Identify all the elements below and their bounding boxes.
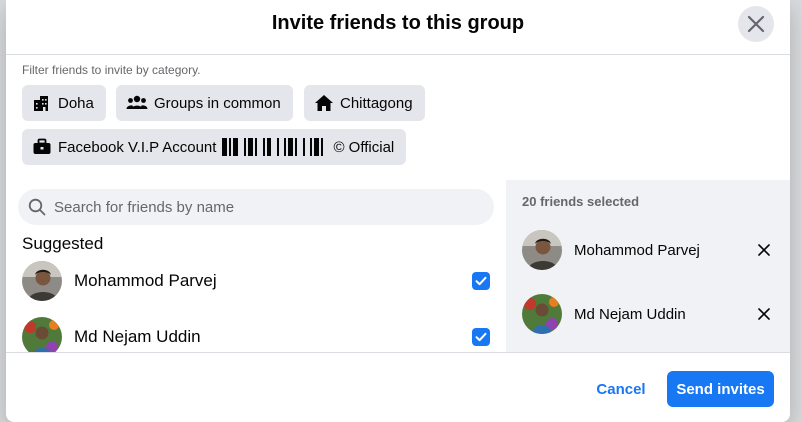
- remove-selected-button[interactable]: [752, 302, 776, 326]
- remove-selected-button[interactable]: [752, 238, 776, 262]
- avatar: [22, 261, 62, 301]
- checkmark-icon: [475, 276, 487, 286]
- selected-count: 20 friends selected: [522, 194, 640, 209]
- suggested-friend-row[interactable]: Md Nejam Uddin: [6, 309, 506, 352]
- close-icon: [758, 308, 770, 320]
- close-icon: [747, 15, 765, 33]
- filter-chip-vip-account[interactable]: Facebook V.I.P Account © Official: [22, 129, 407, 165]
- send-invites-button[interactable]: Send invites: [667, 371, 774, 407]
- filter-chip-label: Groups in common: [154, 94, 281, 112]
- friends-list-pane: Suggested Mohammod Parvej: [6, 180, 506, 352]
- search-box[interactable]: [18, 189, 494, 225]
- friend-checkbox[interactable]: [472, 328, 490, 346]
- close-icon: [758, 244, 770, 256]
- suggested-friend-row[interactable]: Mohammod Parvej: [6, 253, 506, 309]
- avatar: [522, 230, 562, 270]
- home-icon: [315, 95, 333, 111]
- friend-name: Md Nejam Uddin: [74, 327, 201, 346]
- invite-dialog: Invite friends to this group Filter frie…: [6, 0, 790, 422]
- selected-friend-name: Mohammod Parvej: [574, 242, 700, 259]
- filter-chip-label: Chittagong: [340, 94, 413, 112]
- briefcase-icon: [33, 138, 51, 154]
- selected-friend-row: Mohammod Parvej: [506, 222, 790, 278]
- dialog-footer: Cancel Send invites: [6, 352, 790, 422]
- avatar: [522, 294, 562, 334]
- filter-chip-suffix: © Official: [333, 138, 395, 156]
- filter-chip-label: Facebook V.I.P Account: [58, 138, 217, 156]
- suggested-heading: Suggested: [22, 234, 104, 253]
- filter-chip-label: Doha: [58, 94, 94, 112]
- search-icon: [28, 198, 46, 216]
- avatar: [22, 317, 62, 352]
- people-icon: [126, 95, 148, 109]
- filter-chip-doha[interactable]: Doha: [22, 85, 106, 121]
- selected-friends-pane: 20 friends selected Mohammod Parvej Md N…: [506, 180, 790, 352]
- checkmark-icon: [475, 332, 487, 342]
- filter-chip-groups-in-common[interactable]: Groups in common: [116, 85, 293, 121]
- filter-chip-chittagong[interactable]: Chittagong: [304, 85, 425, 121]
- city-icon: [34, 96, 48, 111]
- barcode-graphic: [222, 138, 325, 156]
- friend-checkbox[interactable]: [472, 272, 490, 290]
- dialog-header: Invite friends to this group: [6, 0, 790, 55]
- close-button[interactable]: [738, 6, 774, 42]
- friend-name: Mohammod Parvej: [74, 271, 217, 290]
- selected-friend-name: Md Nejam Uddin: [574, 306, 686, 323]
- search-input[interactable]: [52, 197, 476, 217]
- filter-label: Filter friends to invite by category.: [22, 63, 201, 77]
- selected-friend-row: Md Nejam Uddin: [506, 286, 790, 342]
- dialog-title: Invite friends to this group: [271, 12, 525, 34]
- cancel-button[interactable]: Cancel: [586, 371, 656, 407]
